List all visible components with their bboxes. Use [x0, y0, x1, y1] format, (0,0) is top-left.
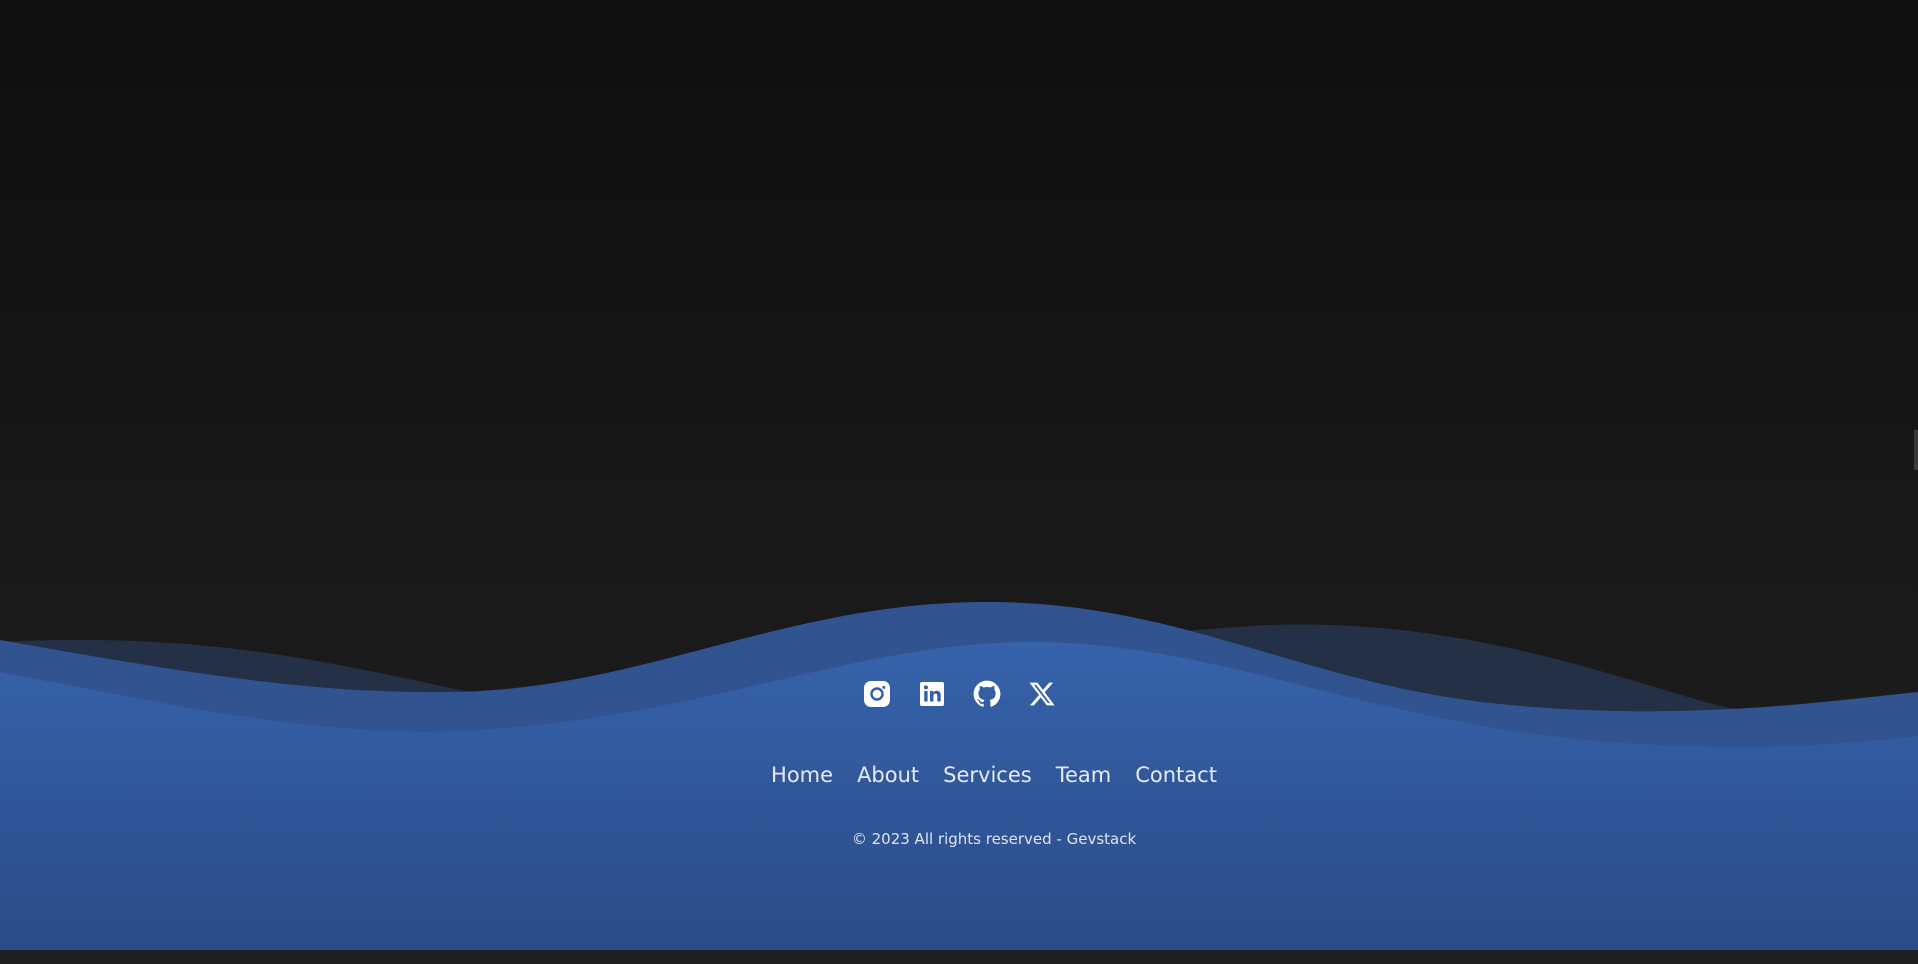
x-icon: [1028, 682, 1055, 706]
instagram-icon: [863, 681, 890, 707]
linkedin-icon: [919, 682, 944, 706]
footer-nav: Home About Services Team Contact: [0, 760, 1918, 790]
social-links: [0, 680, 1918, 708]
nav-services[interactable]: Services: [943, 760, 1032, 790]
linkedin-link[interactable]: [918, 680, 946, 708]
github-icon: [973, 680, 1000, 707]
scrollbar-edge[interactable]: [1914, 430, 1918, 470]
nav-team[interactable]: Team: [1056, 760, 1112, 790]
nav-home[interactable]: Home: [771, 760, 833, 790]
copyright-text: © 2023 All rights reserved - Gevstack: [851, 830, 1137, 848]
footer-waves: [0, 601, 1918, 950]
instagram-link[interactable]: [863, 680, 891, 708]
x-link[interactable]: [1028, 680, 1056, 708]
nav-contact[interactable]: Contact: [1135, 760, 1217, 790]
nav-about[interactable]: About: [857, 760, 919, 790]
github-link[interactable]: [973, 680, 1001, 708]
page-bottom-strip: [0, 950, 1918, 964]
footer: Home About Services Team Contact © 2023 …: [0, 0, 1918, 950]
